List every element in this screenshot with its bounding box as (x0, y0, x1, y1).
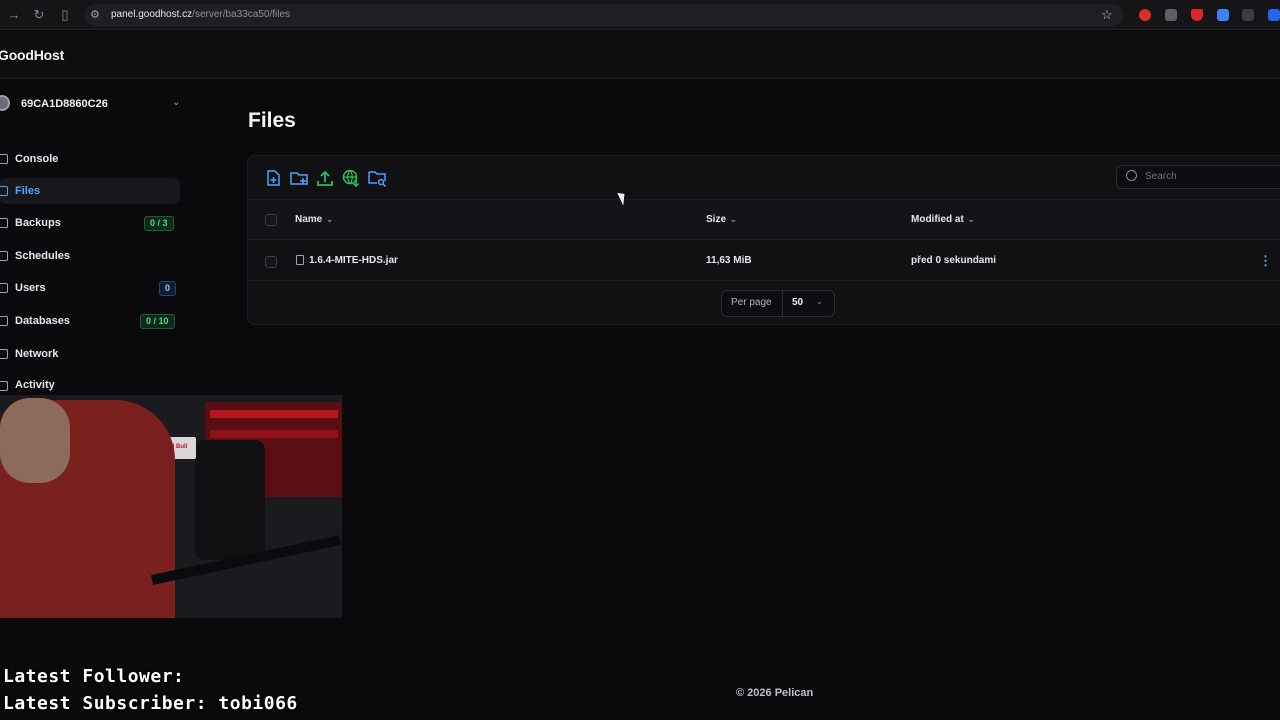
sidebar-item-label: Activity (15, 379, 55, 391)
brand-logo-text[interactable]: GoodHost (0, 47, 64, 63)
chevron-down-icon[interactable]: ⌄ (816, 297, 823, 306)
status-badge: 0 (159, 281, 177, 296)
search-input[interactable] (1116, 165, 1280, 189)
sidebar-item-label: Databases (15, 315, 71, 327)
url-path: /server/ba33ca50/files (192, 9, 291, 20)
sidebar-item-label: Users (15, 282, 46, 294)
sidebar-item-label: Schedules (15, 250, 71, 262)
webcam-background (210, 410, 338, 418)
file-icon (296, 255, 304, 265)
forward-icon[interactable]: → (6, 7, 22, 23)
search-placeholder: Search (1145, 171, 1177, 182)
database-icon (0, 316, 8, 326)
webcam-person (0, 398, 70, 483)
footer-copyright: © 2026 Pelican (736, 687, 814, 699)
url-host: panel.goodhost.cz (111, 9, 193, 20)
terminal-icon (0, 154, 8, 164)
table-row[interactable] (248, 241, 1280, 281)
column-header-modified[interactable]: Modified at ⌄ (911, 214, 974, 225)
column-header-size[interactable]: Size ⌄ (706, 214, 737, 225)
extension-icon[interactable] (1165, 9, 1177, 21)
page-title: Files (248, 109, 296, 132)
network-icon (0, 349, 8, 359)
activity-icon (0, 381, 8, 391)
divider (782, 291, 783, 316)
extension-icon[interactable] (1217, 9, 1229, 21)
table-header (248, 199, 1280, 240)
clock-icon (0, 251, 8, 261)
sort-chevron-icon: ⌄ (730, 215, 737, 224)
sidebar-toggle-icon[interactable]: ▯ (57, 7, 73, 23)
sidebar-item-label: Console (15, 153, 59, 165)
file-size: 11,63 MiB (706, 255, 752, 266)
file-name[interactable]: 1.6.4-MITE-HDS.jar (309, 255, 398, 266)
sort-chevron-icon: ⌄ (967, 215, 975, 224)
site-settings-icon[interactable]: ⚙ (90, 8, 104, 22)
reload-icon[interactable]: ↻ (31, 7, 47, 23)
extension-icon[interactable] (1242, 9, 1254, 21)
url-text[interactable]: panel.goodhost.cz/server/ba33ca50/files (111, 9, 290, 20)
status-badge: 0 / 3 (144, 216, 174, 231)
backup-icon (0, 218, 8, 228)
latest-follower-text: Latest Follower: (3, 666, 185, 687)
globe-download-icon[interactable] (342, 169, 360, 187)
sidebar-item-label: Network (15, 348, 59, 360)
sidebar-item-label: Backups (15, 217, 61, 229)
webcam-background (210, 430, 338, 438)
status-badge: 0 / 10 (140, 314, 175, 329)
upload-icon[interactable] (316, 169, 334, 187)
users-icon (0, 283, 8, 293)
row-menu-icon[interactable]: ⋮ (1259, 253, 1272, 269)
per-page-label: Per page (731, 297, 772, 308)
column-label: Size (706, 214, 727, 225)
folder-icon (0, 186, 8, 196)
file-modified: před 0 sekundami (911, 255, 997, 266)
app-header (0, 31, 1280, 79)
row-checkbox[interactable] (265, 256, 277, 268)
column-label: Modified at (911, 214, 964, 225)
bookmark-star-icon[interactable]: ☆ (1101, 7, 1113, 23)
server-avatar[interactable] (0, 95, 10, 111)
new-file-icon[interactable] (264, 169, 282, 187)
profile-icon[interactable] (1268, 9, 1280, 21)
new-folder-icon[interactable] (290, 169, 308, 187)
extension-icon[interactable] (1139, 9, 1151, 21)
sidebar-item-label: Files (15, 185, 41, 197)
select-all-checkbox[interactable] (265, 214, 277, 226)
column-header-name[interactable]: Name ⌄ (295, 214, 333, 225)
search-folder-icon[interactable] (368, 169, 386, 187)
shield-extension-icon[interactable] (1191, 9, 1203, 21)
column-label: Name (295, 214, 323, 225)
chevron-down-icon[interactable]: ⌄ (172, 97, 180, 108)
sort-chevron-icon: ⌄ (326, 215, 333, 224)
latest-subscriber-text: Latest Subscriber: tobi066 (3, 693, 298, 714)
server-name[interactable]: 69CA1D8860C26 (21, 98, 108, 110)
webcam-chair (195, 440, 265, 560)
per-page-value[interactable]: 50 (792, 297, 803, 308)
search-icon (1126, 170, 1137, 181)
